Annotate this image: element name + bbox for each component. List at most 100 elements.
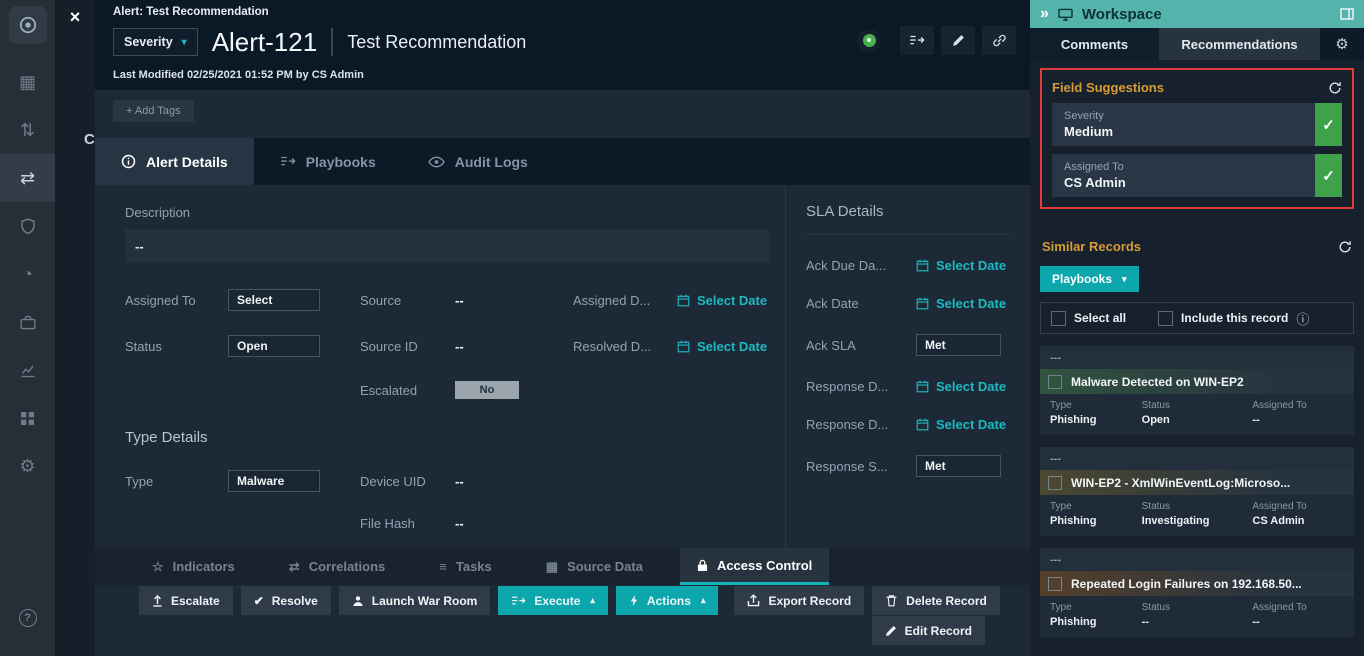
response-due-date-picker[interactable]: Select Date bbox=[916, 379, 1006, 394]
playbook-status-indicator[interactable] bbox=[857, 29, 881, 53]
edit-pencil-icon[interactable] bbox=[941, 26, 975, 55]
type-field[interactable]: Malware bbox=[228, 470, 320, 492]
file-hash-value: -- bbox=[455, 516, 573, 531]
ack-sla-field[interactable]: Met bbox=[916, 334, 1001, 356]
escalated-label: Escalated bbox=[360, 383, 455, 398]
suggestion-card-severity: Severity Medium ✓ bbox=[1052, 103, 1342, 146]
record-header-value: --- bbox=[1040, 346, 1354, 369]
escalate-button[interactable]: Escalate bbox=[139, 586, 233, 615]
tab-playbooks[interactable]: Playbooks bbox=[254, 138, 402, 185]
star-icon: ☆ bbox=[152, 559, 164, 575]
include-record-label: Include this record bbox=[1181, 311, 1288, 325]
calendar-icon bbox=[677, 294, 690, 307]
playbooks-filter-dropdown[interactable]: Playbooks ▾ bbox=[1040, 266, 1139, 292]
trash-icon bbox=[885, 594, 898, 607]
ack-due-date-label: Ack Due Da... bbox=[806, 258, 916, 273]
actions-menu-button[interactable]: Actions ▴ bbox=[616, 586, 719, 615]
dashboard-icon[interactable]: ▦ bbox=[0, 58, 55, 106]
accept-suggestion-button[interactable]: ✓ bbox=[1315, 103, 1342, 146]
resolved-date-picker[interactable]: Select Date bbox=[677, 339, 769, 354]
escalate-arrow-icon bbox=[152, 594, 163, 607]
severity-dropdown[interactable]: Severity ▾ bbox=[113, 28, 198, 56]
ack-date-picker[interactable]: Select Date bbox=[916, 296, 1006, 311]
app-logo-icon[interactable] bbox=[9, 6, 47, 44]
expand-layout-icon[interactable] bbox=[1340, 8, 1354, 20]
record-header: Alert: Test Recommendation Severity ▾ Al… bbox=[95, 0, 1030, 90]
ack-sla-label: Ack SLA bbox=[806, 338, 916, 353]
response-sla-field[interactable]: Met bbox=[916, 455, 1001, 477]
record-title-row[interactable]: WIN-EP2 - XmlWinEventLog:Microso... bbox=[1040, 470, 1354, 495]
assigned-to-field[interactable]: Select bbox=[228, 289, 320, 311]
calendar-icon bbox=[916, 418, 929, 431]
record-checkbox[interactable] bbox=[1048, 577, 1062, 591]
tab-indicators[interactable]: ☆ Indicators bbox=[135, 548, 252, 585]
close-panel-button[interactable]: × bbox=[62, 5, 88, 29]
accept-suggestion-button[interactable]: ✓ bbox=[1315, 154, 1342, 197]
similar-records-title: Similar Records bbox=[1042, 239, 1141, 254]
delete-record-button[interactable]: Delete Record bbox=[872, 586, 1000, 615]
tab-tasks[interactable]: ≡ Tasks bbox=[422, 548, 509, 585]
help-icon[interactable]: ? bbox=[0, 594, 55, 642]
suggestion-value: Medium bbox=[1064, 124, 1303, 139]
tab-correlations[interactable]: ⇄ Correlations bbox=[272, 548, 402, 585]
chevron-down-icon: ▾ bbox=[182, 37, 187, 48]
export-record-button[interactable]: Export Record bbox=[734, 586, 864, 615]
launch-war-room-button[interactable]: Launch War Room bbox=[339, 586, 491, 615]
execute-button[interactable]: Execute ▴ bbox=[498, 586, 608, 615]
refresh-icon[interactable] bbox=[1328, 81, 1342, 95]
chevron-down-icon: ▾ bbox=[1122, 274, 1127, 285]
refresh-icon[interactable] bbox=[1338, 240, 1352, 254]
workspace-settings-gear-icon[interactable]: ⚙ bbox=[1320, 28, 1364, 60]
response-date-label: Response D... bbox=[806, 417, 916, 432]
automation-icon[interactable]: ⇄ bbox=[0, 154, 55, 202]
record-id: Alert-121 bbox=[212, 27, 318, 58]
list-icon: ≡ bbox=[439, 559, 447, 574]
tab-source-data[interactable]: ▦ Source Data bbox=[529, 548, 660, 585]
tab-comments[interactable]: Comments bbox=[1030, 28, 1159, 60]
related-records-tabs: ☆ Indicators ⇄ Correlations ≡ Tasks ▦ So… bbox=[95, 548, 1030, 585]
tab-recommendations[interactable]: Recommendations bbox=[1159, 28, 1320, 60]
suggestion-card-assigned-to: Assigned To CS Admin ✓ bbox=[1052, 154, 1342, 197]
include-record-checkbox[interactable] bbox=[1158, 311, 1173, 326]
escalated-toggle[interactable]: No bbox=[455, 381, 519, 399]
record-checkbox[interactable] bbox=[1048, 476, 1062, 490]
run-playbook-button[interactable] bbox=[900, 26, 934, 55]
resolve-button[interactable]: ✔ Resolve bbox=[241, 586, 331, 615]
incidents-shield-icon[interactable] bbox=[0, 202, 55, 250]
modules-icon[interactable] bbox=[0, 394, 55, 442]
info-icon[interactable]: ⓘ bbox=[1296, 309, 1309, 328]
reports-chart-icon[interactable] bbox=[0, 346, 55, 394]
copy-link-icon[interactable] bbox=[982, 26, 1016, 55]
chevron-up-icon: ▴ bbox=[701, 595, 706, 606]
response-sla-label: Response S... bbox=[806, 459, 916, 474]
response-date-picker[interactable]: Select Date bbox=[916, 417, 1006, 432]
tab-audit-logs[interactable]: Audit Logs bbox=[402, 138, 554, 185]
eye-icon bbox=[428, 156, 445, 168]
record-title-row[interactable]: Malware Detected on WIN-EP2 bbox=[1040, 369, 1354, 394]
status-field[interactable]: Open bbox=[228, 335, 320, 357]
title-divider bbox=[331, 28, 333, 56]
field-suggestions-title: Field Suggestions bbox=[1052, 80, 1164, 95]
collapse-panel-icon[interactable]: » bbox=[1040, 6, 1049, 22]
source-value: -- bbox=[455, 293, 573, 308]
record-title: Malware Detected on WIN-EP2 bbox=[1071, 375, 1244, 389]
assigned-date-picker[interactable]: Select Date bbox=[677, 293, 769, 308]
select-all-checkbox[interactable] bbox=[1051, 311, 1066, 326]
settings-gear-icon[interactable]: ⚙ bbox=[0, 442, 55, 490]
record-title-row[interactable]: Repeated Login Failures on 192.168.50... bbox=[1040, 571, 1354, 596]
tab-access-control[interactable]: Access Control bbox=[680, 548, 829, 585]
description-field[interactable]: -- bbox=[125, 229, 769, 263]
device-uid-value: -- bbox=[455, 474, 573, 489]
monitoring-gauge-icon[interactable]: ◔ bbox=[0, 250, 55, 298]
resources-briefcase-icon[interactable] bbox=[0, 298, 55, 346]
status-value: Investigating bbox=[1142, 515, 1253, 527]
assigned-to-label: Assigned To bbox=[1252, 501, 1344, 512]
record-checkbox[interactable] bbox=[1048, 375, 1062, 389]
tab-alert-details[interactable]: Alert Details bbox=[95, 138, 254, 185]
edit-record-button[interactable]: Edit Record bbox=[872, 616, 985, 645]
add-tags-button[interactable]: + Add Tags bbox=[113, 100, 194, 122]
queues-icon[interactable]: ⇅ bbox=[0, 106, 55, 154]
suggestion-label: Assigned To bbox=[1064, 161, 1303, 173]
sla-details-title: SLA Details bbox=[806, 203, 1010, 235]
ack-due-date-picker[interactable]: Select Date bbox=[916, 258, 1006, 273]
